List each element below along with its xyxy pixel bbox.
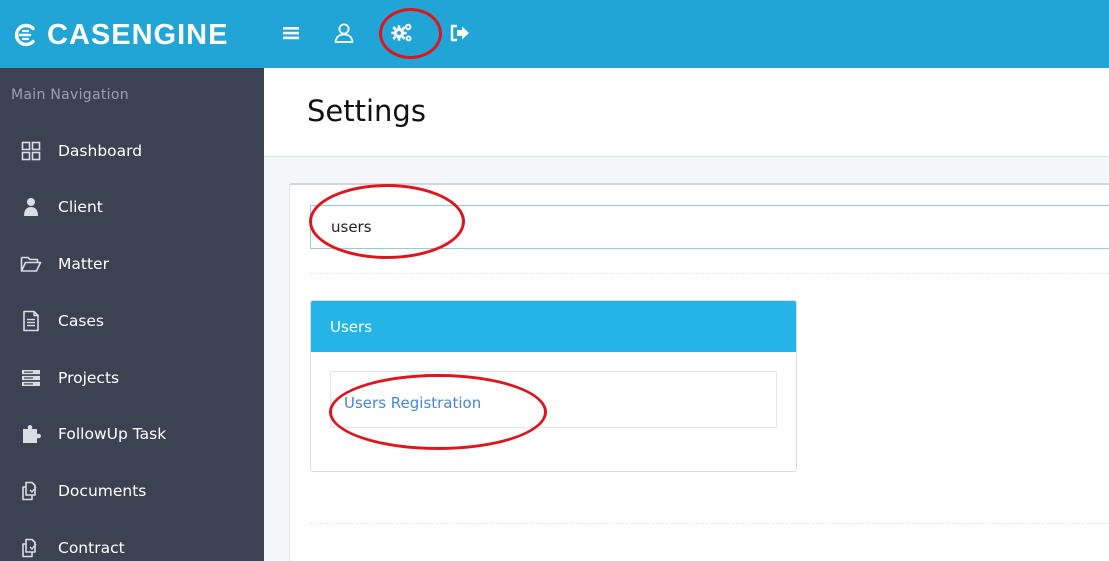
sidebar-item-label: Projects (58, 369, 120, 387)
document-icon (20, 310, 42, 332)
annotation-circle-search (309, 184, 465, 259)
sidebar-item-label: Cases (58, 312, 105, 330)
sign-out-icon[interactable] (447, 20, 473, 46)
brand-logo[interactable]: CASENGINE (12, 18, 228, 52)
menu-icon[interactable] (278, 20, 304, 46)
sidebar-item-matter[interactable]: Matter (0, 242, 264, 286)
sidebar-item-label: Matter (58, 255, 109, 273)
sidebar: Main Navigation Dashboard Client Matter … (0, 68, 264, 561)
main-content: Settings Users Users Registration (264, 68, 1109, 561)
annotation-circle-users-registration (329, 374, 547, 450)
dashboard-grid-icon (20, 140, 42, 162)
casengine-logo-icon (14, 23, 35, 47)
sidebar-item-client[interactable]: Client (0, 185, 264, 229)
sidebar-item-projects[interactable]: Projects (0, 356, 264, 400)
sidebar-header: Main Navigation (11, 87, 129, 103)
divider (310, 523, 1109, 524)
copy-files-icon (20, 537, 42, 559)
users-card-title: Users (330, 318, 373, 336)
sidebar-item-documents[interactable]: Documents (0, 469, 264, 513)
divider (310, 273, 1109, 274)
sidebar-item-label: FollowUp Task (58, 425, 167, 443)
page-header: Settings (264, 68, 1109, 157)
top-bar: CASENGINE (0, 0, 1109, 68)
server-stack-icon (20, 367, 42, 389)
users-card-header: Users (311, 301, 796, 352)
sidebar-item-label: Contract (58, 539, 125, 557)
user-silhouette-icon (20, 196, 42, 218)
sidebar-item-dashboard[interactable]: Dashboard (0, 129, 264, 173)
annotation-circle-gears (379, 8, 442, 59)
puzzle-icon (20, 423, 42, 445)
sidebar-item-followup-task[interactable]: FollowUp Task (0, 412, 264, 456)
brand-name: CASENGINE (47, 18, 229, 51)
page-title: Settings (307, 94, 426, 128)
sidebar-item-label: Documents (58, 482, 147, 500)
user-icon[interactable] (331, 20, 357, 46)
sidebar-item-label: Dashboard (58, 142, 143, 160)
sidebar-item-cases[interactable]: Cases (0, 299, 264, 343)
sidebar-item-contract[interactable]: Contract (0, 526, 264, 561)
copy-files-icon (20, 480, 42, 502)
sidebar-item-label: Client (58, 198, 103, 216)
folder-open-icon (20, 253, 42, 275)
